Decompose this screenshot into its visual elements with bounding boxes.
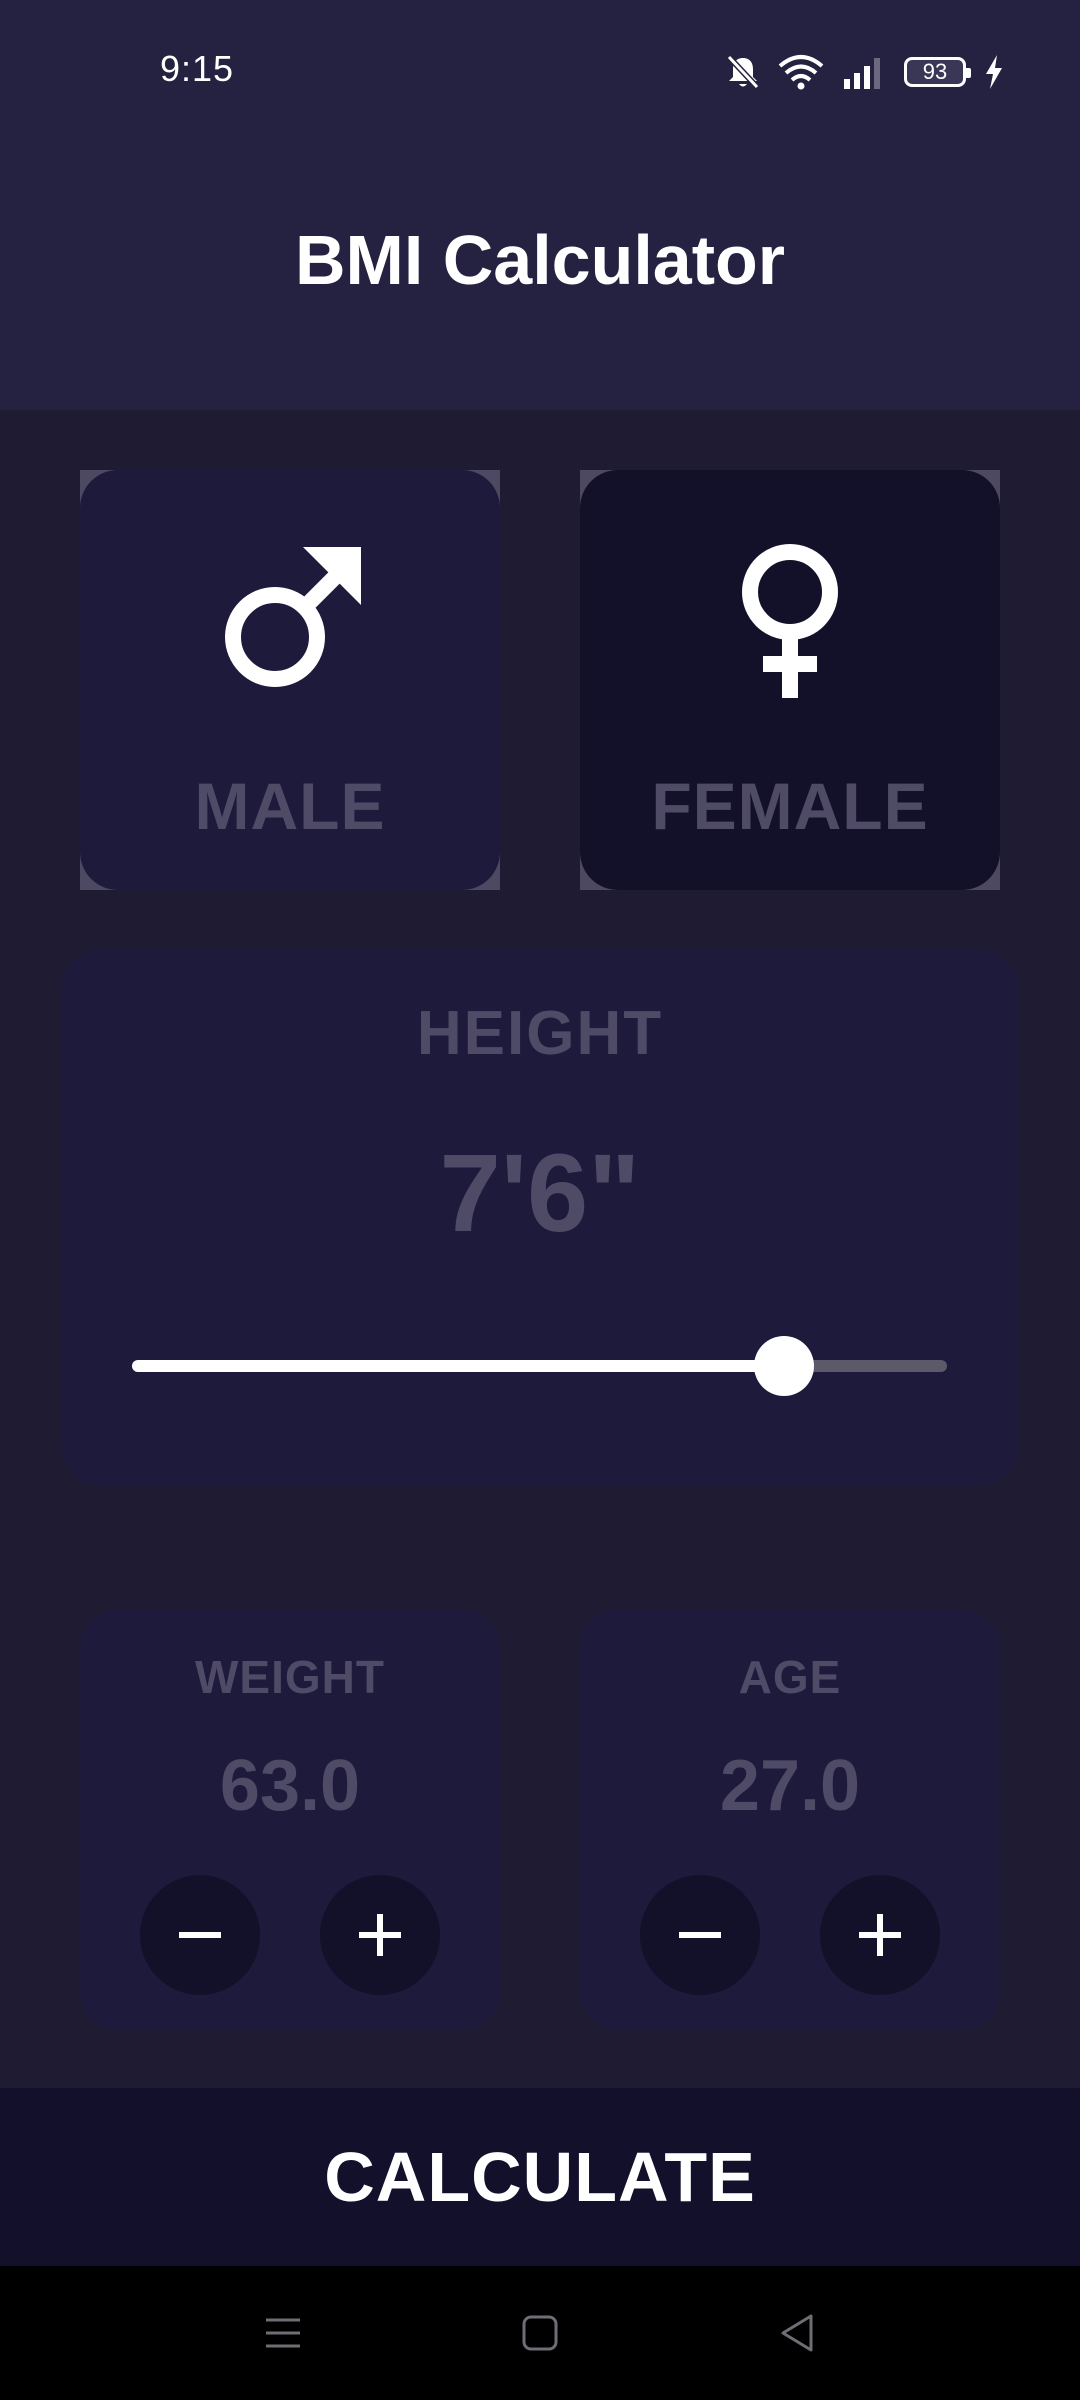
female-card-frame: FEMALE <box>580 470 1000 890</box>
weight-minus-button[interactable] <box>140 1875 260 1995</box>
male-label: MALE <box>194 769 386 843</box>
slider-thumb[interactable] <box>754 1336 814 1396</box>
age-minus-button[interactable] <box>640 1875 760 1995</box>
height-slider[interactable] <box>132 1335 947 1396</box>
age-plus-button[interactable] <box>820 1875 940 1995</box>
menu-icon[interactable] <box>260 2310 306 2356</box>
bell-muted-icon <box>726 54 760 90</box>
female-symbol-icon <box>735 540 845 700</box>
wifi-icon <box>778 54 824 90</box>
height-card: HEIGHT 7'6" <box>62 950 1018 1485</box>
female-card[interactable]: FEMALE <box>580 470 1000 890</box>
female-label: FEMALE <box>651 769 929 843</box>
height-value: 7'6" <box>439 1132 641 1255</box>
battery-level: 93 <box>922 59 948 84</box>
app-bar: BMI Calculator <box>0 140 1080 410</box>
weight-label: WEIGHT <box>195 1651 385 1703</box>
slider-fill <box>132 1360 784 1372</box>
status-bar: 9:15 93 <box>0 0 1080 140</box>
navigation-bar <box>0 2266 1080 2400</box>
plus-icon <box>859 1914 901 1956</box>
age-card: AGE 27.0 <box>580 1610 1000 2030</box>
calculate-label: CALCULATE <box>324 2138 756 2216</box>
height-label: HEIGHT <box>416 999 664 1068</box>
plus-icon <box>359 1914 401 1956</box>
age-value: 27.0 <box>719 1746 861 1826</box>
battery-icon: 93 <box>904 57 971 87</box>
minus-icon <box>679 1932 721 1938</box>
weight-card: WEIGHT 63.0 <box>80 1610 500 2030</box>
weight-plus-button[interactable] <box>320 1875 440 1995</box>
charging-bolt-icon <box>984 54 1004 90</box>
weight-value: 63.0 <box>219 1746 361 1826</box>
calculate-button[interactable]: CALCULATE <box>0 2088 1080 2266</box>
back-triangle-icon[interactable] <box>775 2310 821 2356</box>
male-symbol-icon <box>215 540 365 700</box>
status-time: 9:15 <box>160 48 235 89</box>
age-label: AGE <box>738 1651 842 1703</box>
minus-icon <box>179 1932 221 1938</box>
male-card-frame: MALE <box>80 470 500 890</box>
status-icons: 93 <box>726 50 1004 94</box>
signal-icon <box>842 55 886 89</box>
page-title: BMI Calculator <box>294 221 786 299</box>
home-square-icon[interactable] <box>517 2310 563 2356</box>
male-card[interactable]: MALE <box>80 470 500 890</box>
